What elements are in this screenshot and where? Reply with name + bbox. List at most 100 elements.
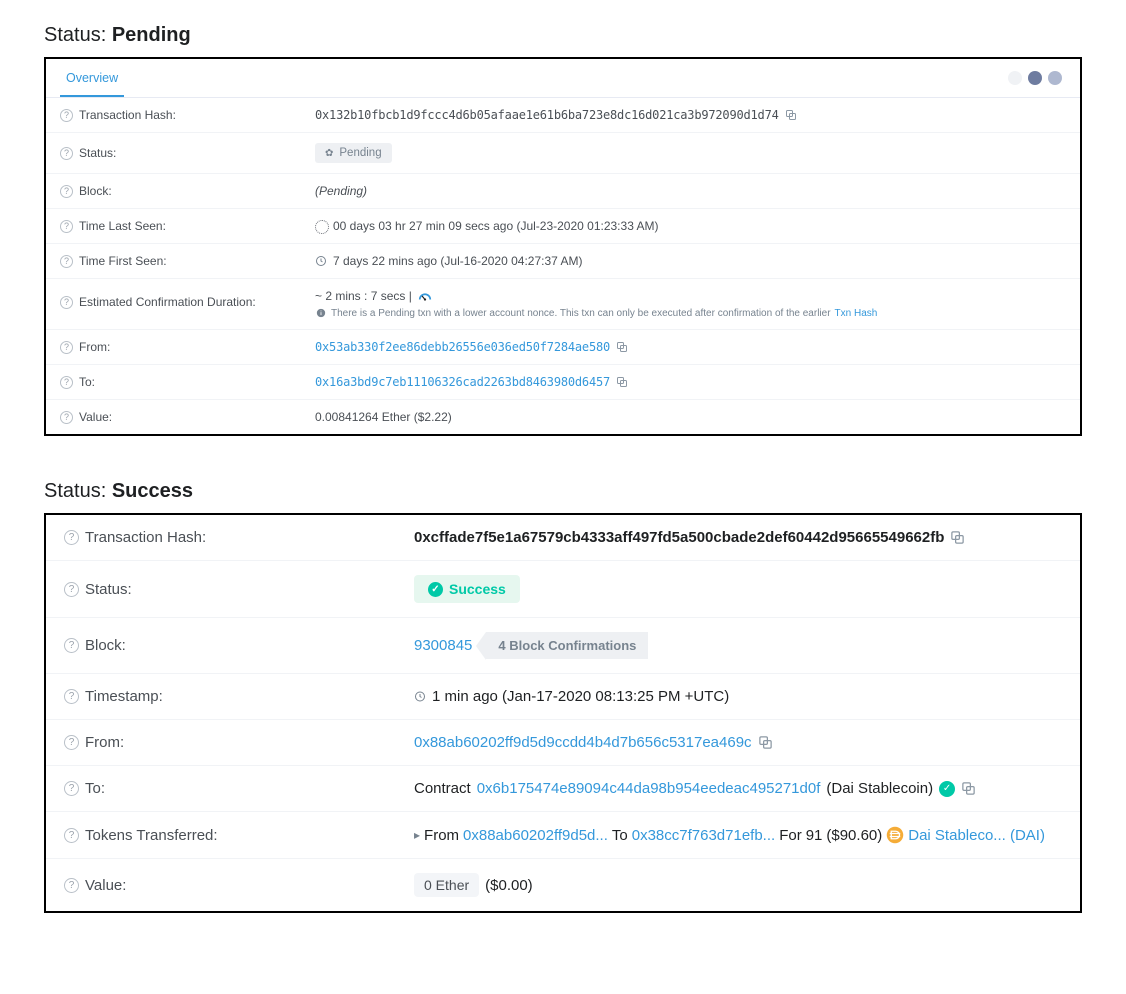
copy-icon[interactable] [785,109,797,121]
tt-token-link[interactable]: Dai Stableco... (DAI) [908,827,1045,844]
dot-icon [1028,71,1042,85]
copy-icon[interactable] [961,781,976,796]
help-icon[interactable]: ? [60,147,73,160]
row-time-first-seen: ? Time First Seen: 7 days 22 mins ago (J… [46,244,1080,279]
tx-hash-value: 0x132b10fbcb1d9fccc4d6b05afaae1e61b6ba72… [315,108,779,122]
from-address-link[interactable]: 0x53ab330f2ee86debb26556e036ed50f7284ae5… [315,340,610,354]
tokens-label: Tokens Transferred: [85,827,218,844]
status-badge-text: Pending [339,147,381,159]
help-icon[interactable]: ? [60,109,73,122]
tt-from-label: From [424,827,459,844]
block-number-link[interactable]: 9300845 [414,637,472,654]
tx-hash-label: Transaction Hash: [79,108,176,122]
row-block: ? Block: (Pending) [46,174,1080,209]
help-icon[interactable]: ? [60,220,73,233]
block-confirmations: 4 Block Confirmations [486,632,648,659]
row-value: ? Value: 0.00841264 Ether ($2.22) [46,400,1080,434]
est-note-text: There is a Pending txn with a lower acco… [331,308,831,319]
tt-to-label: To [612,827,628,844]
caret-icon: ▸ [414,828,420,842]
from-address-link[interactable]: 0x88ab60202ff9d5d9ccdd4b4d7b656c5317ea46… [414,734,752,751]
txn-hash-link[interactable]: Txn Hash [835,308,878,319]
help-icon[interactable]: ? [64,878,79,893]
info-icon [315,307,327,319]
copy-icon[interactable] [758,735,773,750]
row-to: ? To: Contract 0x6b175474e89094c44da98b9… [46,766,1080,812]
tt-usd: ($90.60) [826,827,882,844]
heading-value: Success [112,480,193,502]
row-est-confirmation: ? Estimated Confirmation Duration: ~ 2 m… [46,279,1080,330]
tx-hash-value: 0xcffade7f5e1a67579cb4333aff497fd5a500cb… [414,529,944,546]
timestamp-label: Timestamp: [85,688,163,705]
help-icon[interactable]: ? [60,376,73,389]
row-timestamp: ? Timestamp: 1 min ago (Jan-17-2020 08:1… [46,674,1080,720]
help-icon[interactable]: ? [64,735,79,750]
value-text: 0.00841264 Ether ($2.22) [315,410,452,424]
value-usd: ($0.00) [485,877,533,894]
row-value: ? Value: 0 Ether ($0.00) [46,859,1080,911]
section-heading-success: Status: Success [44,480,1082,503]
row-status: ? Status: ✓ Success [46,561,1080,618]
heading-value: Pending [112,24,191,46]
pending-panel: Overview ? Transaction Hash: 0x132b10fbc… [44,57,1082,436]
value-pill: 0 Ether [414,873,479,897]
est-value: ~ 2 mins : 7 secs | [315,289,412,303]
heading-prefix: Status: [44,480,112,502]
dot-icon [1048,71,1062,85]
to-contract-name: (Dai Stablecoin) [826,780,933,797]
heading-prefix: Status: [44,24,112,46]
help-icon[interactable]: ? [60,341,73,354]
block-value: (Pending) [315,184,367,198]
to-label: To: [85,780,105,797]
status-badge-text: Success [449,581,506,597]
est-note: There is a Pending txn with a lower acco… [315,307,877,319]
section-heading-pending: Status: Pending [44,24,1082,47]
help-icon[interactable]: ? [64,781,79,796]
to-address-link[interactable]: 0x16a3bd9c7eb11106326cad2263bd8463980d64… [315,375,610,389]
time-first-label: Time First Seen: [79,254,167,268]
indicator-dots [1008,71,1062,85]
time-first-value: 7 days 22 mins ago (Jul-16-2020 04:27:37… [333,254,582,268]
help-icon[interactable]: ? [60,255,73,268]
to-address-link[interactable]: 0x6b175474e89094c44da98b954eedeac495271d… [477,780,821,797]
row-tokens-transferred: ? Tokens Transferred: ▸ From 0x88ab60202… [46,812,1080,859]
status-label: Status: [79,146,116,160]
from-label: From: [85,734,124,751]
success-panel: ? Transaction Hash: 0xcffade7f5e1a67579c… [44,513,1082,913]
tabs: Overview [60,59,124,97]
clock-icon [315,255,327,267]
value-label: Value: [79,410,112,424]
tt-from-link[interactable]: 0x88ab60202ff9d5d... [463,827,608,844]
copy-icon[interactable] [616,376,628,388]
help-icon[interactable]: ? [64,689,79,704]
help-icon[interactable]: ? [64,828,79,843]
row-tx-hash: ? Transaction Hash: 0x132b10fbcb1d9fccc4… [46,98,1080,133]
tt-to-link[interactable]: 0x38cc7f763d71efb... [632,827,775,844]
tab-overview[interactable]: Overview [60,59,124,97]
status-label: Status: [85,581,132,598]
help-icon[interactable]: ? [60,296,73,309]
row-time-last-seen: ? Time Last Seen: 00 days 03 hr 27 min 0… [46,209,1080,244]
tt-for-label: For [779,827,802,844]
help-icon[interactable]: ? [64,582,79,597]
help-icon[interactable]: ? [60,185,73,198]
tx-hash-label: Transaction Hash: [85,529,206,546]
timestamp-value: 1 min ago (Jan-17-2020 08:13:25 PM +UTC) [432,688,729,705]
help-icon[interactable]: ? [60,411,73,424]
row-block: ? Block: 9300845 4 Block Confirmations [46,618,1080,674]
help-icon[interactable]: ? [64,638,79,653]
copy-icon[interactable] [616,341,628,353]
row-to: ? To: 0x16a3bd9c7eb11106326cad2263bd8463… [46,365,1080,400]
est-label: Estimated Confirmation Duration: [79,295,256,309]
block-label: Block: [79,184,112,198]
panel-header: Overview [46,59,1080,98]
verified-icon: ✓ [939,781,955,797]
dot-icon [1008,71,1022,85]
status-badge-pending: ✿ Pending [315,143,392,163]
gauge-icon [418,289,432,303]
block-label: Block: [85,637,126,654]
to-label: To: [79,375,95,389]
copy-icon[interactable] [950,530,965,545]
help-icon[interactable]: ? [64,530,79,545]
row-tx-hash: ? Transaction Hash: 0xcffade7f5e1a67579c… [46,515,1080,561]
